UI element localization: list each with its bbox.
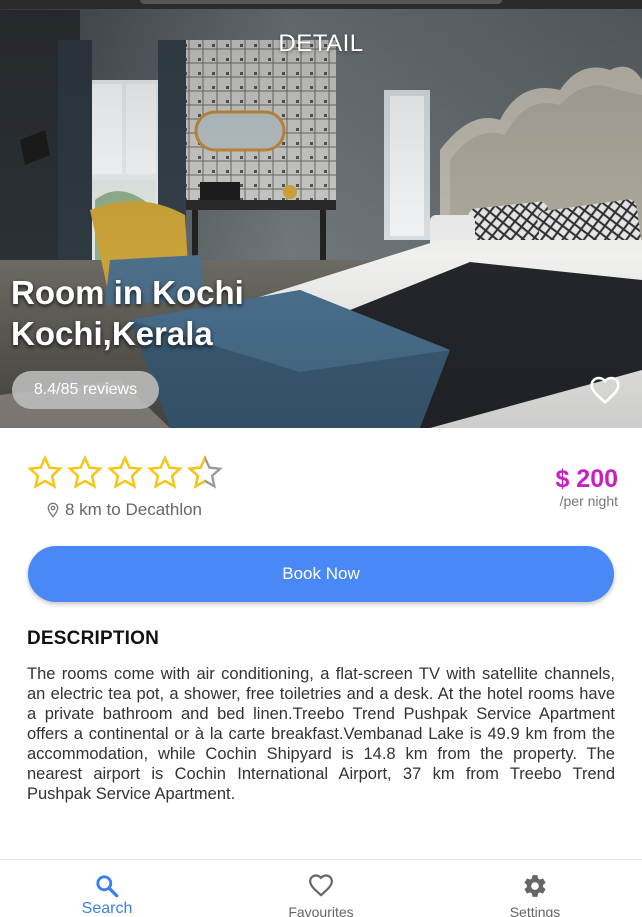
book-now-button[interactable]: Book Now: [28, 546, 614, 602]
page-title: DETAIL: [278, 30, 364, 57]
star-outline-icon: [66, 454, 104, 489]
nav-label-search: Search: [81, 900, 133, 917]
description-title: DESCRIPTION: [27, 628, 160, 649]
distance-info: 8 km to Decathlon: [45, 500, 202, 520]
price-block: $ 200 /per night: [555, 463, 618, 508]
gear-icon: [524, 875, 546, 897]
room-name: Room in Kochi: [11, 274, 244, 311]
nav-label-settings: Settings: [509, 904, 561, 917]
bottom-navigation: Search Favourites Settings: [0, 859, 642, 917]
nav-item-favourites[interactable]: Favourites: [214, 860, 428, 917]
room-photo: [0, 0, 642, 428]
location-pin-icon: [47, 502, 59, 518]
reviews-badge[interactable]: 8.4/85 reviews: [12, 371, 159, 409]
heart-icon: [309, 874, 333, 897]
nav-item-settings[interactable]: Settings: [428, 860, 642, 917]
price-unit: /per night: [559, 493, 618, 509]
star-half-icon: [186, 454, 223, 489]
status-bar: [0, 0, 642, 9]
description-text: The rooms come with air conditioning, a …: [27, 665, 615, 803]
room-location: Kochi,Kerala: [11, 315, 213, 352]
hero-image: DETAIL Room in Kochi Kochi,Kerala 8.4/85…: [0, 0, 642, 428]
price-amount: $ 200: [555, 465, 618, 493]
star-outline-icon: [106, 454, 144, 489]
nav-label-favourites: Favourites: [288, 904, 354, 917]
star-outline-icon: [26, 454, 64, 489]
nav-item-search[interactable]: Search: [0, 860, 214, 917]
heart-outline-icon: [590, 376, 620, 405]
star-outline-icon: [146, 454, 184, 489]
rating-stars: [25, 454, 225, 492]
search-icon: [96, 875, 119, 898]
room-title: Room in Kochi Kochi,Kerala: [11, 272, 244, 354]
favourite-button[interactable]: [588, 375, 622, 407]
distance-text: 8 km to Decathlon: [65, 500, 203, 519]
